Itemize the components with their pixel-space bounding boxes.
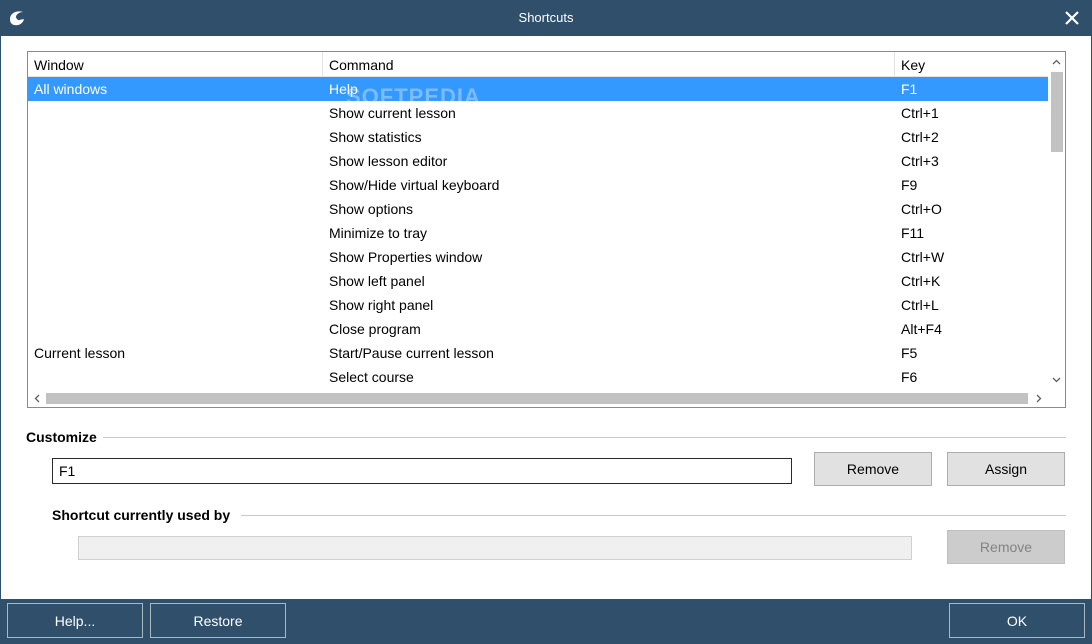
scroll-up-icon[interactable]	[1048, 54, 1065, 70]
remove-button[interactable]: Remove	[814, 452, 932, 486]
cell-command: Show current lesson	[329, 105, 456, 121]
cell-window	[28, 221, 323, 245]
table-row[interactable]: Show/Hide virtual keyboard F9	[28, 173, 1048, 197]
cell-window	[28, 125, 323, 149]
cell-window	[28, 101, 323, 125]
table-row[interactable]: Minimize to tray F11	[28, 221, 1048, 245]
cell-key: Ctrl+L	[901, 297, 939, 313]
scroll-left-icon[interactable]	[30, 390, 44, 407]
cell-key: Ctrl+K	[901, 273, 941, 289]
cell-command: Show right panel	[329, 297, 434, 313]
scroll-down-icon[interactable]	[1048, 372, 1065, 388]
cell-key: Ctrl+3	[901, 153, 939, 169]
cell-command: Help	[329, 81, 358, 97]
scroll-right-icon[interactable]	[1032, 390, 1046, 407]
table-row[interactable]: Show statistics Ctrl+2	[28, 125, 1048, 149]
title-bar: Shortcuts	[0, 0, 1092, 36]
cell-window	[28, 269, 323, 293]
cell-key: Ctrl+W	[901, 249, 945, 265]
cell-command: Show statistics	[329, 129, 422, 145]
list-rows: All windows Help F1 Show current lesson Ctrl…	[28, 77, 1048, 389]
cell-key: Ctrl+O	[901, 201, 942, 217]
table-row[interactable]: Close program Alt+F4	[28, 317, 1048, 341]
cell-window	[28, 197, 323, 221]
cell-key: Ctrl+1	[901, 105, 939, 121]
list-header: Window Command Key	[28, 52, 1048, 77]
horizontal-scrollbar[interactable]	[28, 390, 1048, 407]
table-row[interactable]: Current lesson Start/Pause current lesson…	[28, 341, 1048, 365]
cell-window: All windows	[34, 81, 108, 97]
column-header-command[interactable]: Command	[323, 52, 895, 77]
restore-button[interactable]: Restore	[150, 603, 286, 638]
dialog-content: Window Command Key All windows Help F1 Show…	[1, 36, 1091, 599]
vertical-scroll-thumb[interactable]	[1051, 72, 1063, 152]
cell-key: F11	[901, 225, 925, 241]
cell-command: Show Properties window	[329, 249, 483, 265]
vertical-scrollbar[interactable]	[1048, 52, 1065, 390]
dialog-footer: Help... Restore OK	[0, 599, 1092, 644]
column-header-window[interactable]: Window	[28, 52, 323, 77]
assign-button[interactable]: Assign	[947, 452, 1065, 486]
column-header-key[interactable]: Key	[895, 52, 1048, 77]
scrollbar-corner	[1048, 390, 1065, 407]
cell-key: F6	[901, 369, 918, 385]
cell-window	[28, 293, 323, 317]
cell-command: Minimize to tray	[329, 225, 428, 241]
ok-button[interactable]: OK	[949, 603, 1085, 638]
help-button[interactable]: Help...	[7, 603, 143, 638]
window-title: Shortcuts	[518, 10, 574, 25]
cell-command: Show/Hide virtual keyboard	[329, 177, 500, 193]
table-row[interactable]: All windows Help F1	[28, 77, 1048, 101]
used-by-field	[78, 536, 912, 560]
table-row[interactable]: Show left panel Ctrl+K	[28, 269, 1048, 293]
cell-command: Show options	[329, 201, 414, 217]
cell-command: Close program	[329, 321, 421, 337]
cell-command: Select course	[329, 369, 414, 385]
cell-key: F9	[901, 177, 918, 193]
cell-window	[28, 317, 323, 341]
cell-key: Alt+F4	[901, 321, 942, 337]
cell-key: Ctrl+2	[901, 129, 939, 145]
cell-command: Show lesson editor	[329, 153, 448, 169]
table-row[interactable]: Show Properties window Ctrl+W	[28, 245, 1048, 269]
cell-window	[28, 149, 323, 173]
table-row[interactable]: Show right panel Ctrl+L	[28, 293, 1048, 317]
cell-window	[28, 365, 323, 389]
customize-divider	[101, 437, 1066, 438]
customize-label: Customize	[26, 429, 103, 445]
close-button[interactable]	[1052, 0, 1092, 36]
close-icon	[1065, 11, 1079, 25]
shortcut-key-input[interactable]: F1	[52, 458, 792, 484]
table-row[interactable]: Select course F6	[28, 365, 1048, 389]
horizontal-scroll-thumb[interactable]	[46, 393, 1028, 404]
cell-window	[28, 173, 323, 197]
cell-window: Current lesson	[34, 345, 126, 361]
table-row[interactable]: Show current lesson Ctrl+1	[28, 101, 1048, 125]
table-row[interactable]: Show lesson editor Ctrl+3	[28, 149, 1048, 173]
used-by-remove-button: Remove	[947, 530, 1065, 564]
cell-key: F1	[901, 81, 918, 97]
cell-command: Show left panel	[329, 273, 425, 289]
used-by-divider	[241, 515, 1066, 516]
cell-command: Start/Pause current lesson	[329, 345, 494, 361]
table-row[interactable]: Show options Ctrl+O	[28, 197, 1048, 221]
cell-key: F5	[901, 345, 918, 361]
used-by-label: Shortcut currently used by	[52, 507, 237, 523]
cell-window	[28, 245, 323, 269]
shortcuts-list[interactable]: Window Command Key All windows Help F1 Show…	[27, 51, 1066, 408]
